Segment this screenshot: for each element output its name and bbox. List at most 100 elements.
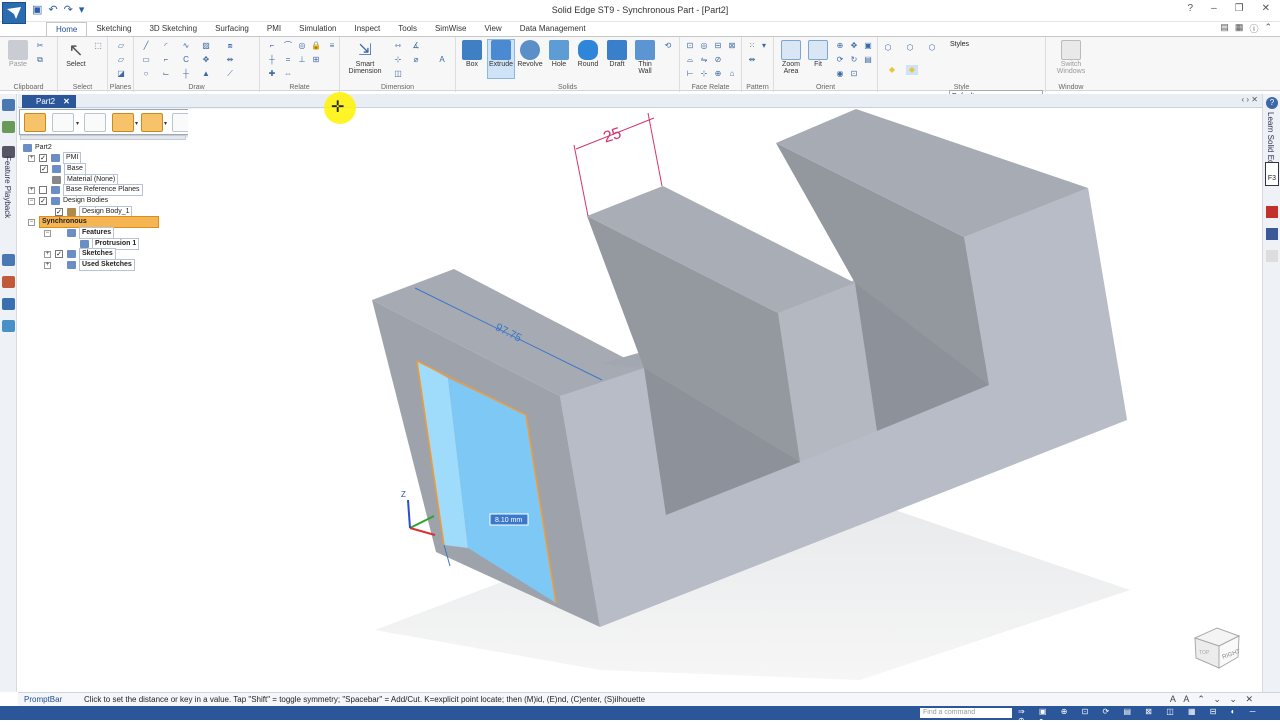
move-icon[interactable]: ✥ <box>200 55 212 65</box>
round-button[interactable]: Round <box>574 40 602 68</box>
youtube-icon[interactable] <box>1266 206 1278 218</box>
extrude-button[interactable]: Extrude <box>487 39 515 79</box>
library-tab-icon[interactable] <box>2 276 15 288</box>
expand-icon[interactable]: + <box>44 261 51 269</box>
cut-icon[interactable]: ✂ <box>34 41 46 51</box>
chamfer-icon[interactable]: C <box>180 55 192 65</box>
facebook-icon[interactable] <box>1266 228 1278 240</box>
styles-button[interactable]: Styles <box>950 41 969 48</box>
lock-face-icon[interactable]: ⌂ <box>726 69 738 79</box>
coincident-plane-icon[interactable]: ▱ <box>115 41 127 51</box>
hole-button[interactable]: Hole <box>546 40 572 68</box>
collapse-ribbon-icon[interactable]: ⌃ <box>1264 22 1272 35</box>
rigid-face-icon[interactable]: ⊕ <box>712 69 724 79</box>
side-step-button[interactable] <box>84 113 106 132</box>
offset-icon[interactable]: ⧈ <box>224 41 236 51</box>
visibility-checkbox[interactable]: ✓ <box>39 197 47 205</box>
tab-scroll-controls[interactable]: ‹ › ✕ <box>1242 95 1258 104</box>
extent-type-button[interactable] <box>141 113 163 132</box>
symmetric-diameter-icon[interactable]: ⌀ <box>410 55 422 65</box>
select-tools-icon[interactable]: ⬚ <box>92 41 104 51</box>
curve-icon[interactable]: ∿ <box>180 41 192 51</box>
smart-dimension-button[interactable]: ⇲ Smart Dimension <box>343 40 387 75</box>
add-cut-dropdown[interactable]: ▾ <box>135 120 138 127</box>
tangent-icon[interactable]: ⌒ <box>282 41 294 51</box>
paste-button[interactable]: Paste <box>6 40 30 68</box>
minimize-button[interactable]: – <box>1211 3 1217 14</box>
fill-icon[interactable]: ▨ <box>200 41 212 51</box>
document-tab-part2[interactable]: Part2 ✕ <box>22 95 76 108</box>
help-book-icon[interactable]: ▤ <box>1220 22 1229 35</box>
visibility-checkbox[interactable]: ✓ <box>55 208 63 216</box>
rigid-icon[interactable]: ⊞ <box>310 55 322 65</box>
tab-pmi[interactable]: PMI <box>258 22 290 36</box>
help-circle-icon[interactable]: ? <box>1266 97 1278 109</box>
view-cube[interactable]: RIGHT TOP <box>1192 624 1242 670</box>
construction-icon[interactable]: ⟋ <box>224 69 236 79</box>
equal-icon[interactable]: = <box>282 55 294 65</box>
model-canvas[interactable]: 97.75 25 Z 8.10 mm <box>188 109 1260 692</box>
tree-node-part2[interactable]: Part2 <box>23 143 52 153</box>
sensors-tab-icon[interactable] <box>2 254 15 266</box>
collapse-icon[interactable]: − <box>28 218 35 226</box>
restore-button[interactable]: ❐ <box>1235 3 1244 14</box>
thin-wall-button[interactable]: Thin Wall <box>632 40 658 75</box>
previous-view-icon[interactable]: ⊡ <box>848 69 860 79</box>
help-icon[interactable]: ? <box>1188 3 1194 14</box>
copy-icon[interactable]: ⧉ <box>34 55 46 65</box>
parallel-face-icon[interactable]: ⊟ <box>712 41 724 51</box>
close-document-icon[interactable]: ✕ <box>63 97 70 106</box>
iso-view-icon[interactable]: ⬡ <box>882 43 894 53</box>
layers-tab-icon[interactable] <box>2 121 15 133</box>
concentric-icon[interactable]: ◎ <box>296 41 308 51</box>
options-icon[interactable]: ▦ <box>1235 22 1244 35</box>
collapse-icon[interactable]: − <box>44 229 51 237</box>
offset-face-icon[interactable]: ⊹ <box>698 69 710 79</box>
info-icon[interactable]: ⓘ <box>1249 22 1258 35</box>
coaxial-icon[interactable]: ◎ <box>698 41 710 51</box>
promptbar-label[interactable]: PromptBar <box>24 695 62 704</box>
mirror-feature-icon[interactable]: ⇹ <box>746 55 758 65</box>
close-button[interactable]: ✕ <box>1262 3 1270 14</box>
annotation-text-icon[interactable]: A <box>436 55 448 65</box>
trim-icon[interactable]: ⌙ <box>160 69 172 79</box>
angled-plane-icon[interactable]: ◪ <box>115 69 127 79</box>
rectangle-icon[interactable]: ▭ <box>140 55 152 65</box>
visibility-checkbox[interactable]: ✓ <box>39 154 47 162</box>
trimetric-view-icon[interactable]: ⬡ <box>926 43 938 53</box>
solids-more-icon[interactable]: ⟲ <box>662 41 674 51</box>
tab-simulation[interactable]: Simulation <box>290 22 345 36</box>
f3-lock-button[interactable]: F3 <box>1265 162 1279 186</box>
connect-icon[interactable]: ⌐ <box>266 41 278 51</box>
tab-sketching[interactable]: Sketching <box>87 22 140 36</box>
rotate-icon[interactable]: ⟳ <box>834 55 846 65</box>
tangent-face-icon[interactable]: ⌓ <box>684 55 696 65</box>
tree-node-pmi[interactable]: + ✓ PMI <box>28 152 82 164</box>
tab-surfacing[interactable]: Surfacing <box>206 22 258 36</box>
feature-playback-label[interactable]: Feature Playback <box>3 156 12 218</box>
circle-icon[interactable]: ○ <box>140 69 152 79</box>
symmetric-icon[interactable]: ⇔ <box>282 69 294 79</box>
tab-home[interactable]: Home <box>46 22 88 36</box>
coordinate-dim-icon[interactable]: ⊹ <box>392 55 404 65</box>
visibility-checkbox[interactable]: ✓ <box>40 165 48 173</box>
tree-node-base[interactable]: ✓ Base <box>40 163 86 175</box>
collapse-icon[interactable]: − <box>28 197 35 205</box>
aligned-holes-icon[interactable]: ⊢ <box>684 69 696 79</box>
tab-simwise[interactable]: SimWise <box>426 22 476 36</box>
angle-between-icon[interactable]: ∡ <box>410 41 422 51</box>
visibility-checkbox[interactable] <box>39 186 47 194</box>
tree-node-used-sketches[interactable]: + Used Sketches <box>44 259 135 271</box>
tab-tools[interactable]: Tools <box>389 22 426 36</box>
line-icon[interactable]: ╱ <box>140 41 152 51</box>
mirror-icon[interactable]: ⇹ <box>224 55 236 65</box>
zoom-icon[interactable]: ⊕ <box>834 41 846 51</box>
rectangular-pattern-icon[interactable]: ⁙ <box>746 41 758 51</box>
coplanar-icon[interactable]: ⊡ <box>684 41 696 51</box>
revolve-button[interactable]: Revolve <box>516 40 544 68</box>
pattern-dropdown-icon[interactable]: ▾ <box>758 41 770 51</box>
view-orient-icon[interactable]: ▣ <box>862 41 874 51</box>
select-button[interactable]: ↖ Select <box>63 40 89 68</box>
draft-button[interactable]: Draft <box>604 40 630 68</box>
tree-node-features[interactable]: − Features <box>44 227 115 239</box>
